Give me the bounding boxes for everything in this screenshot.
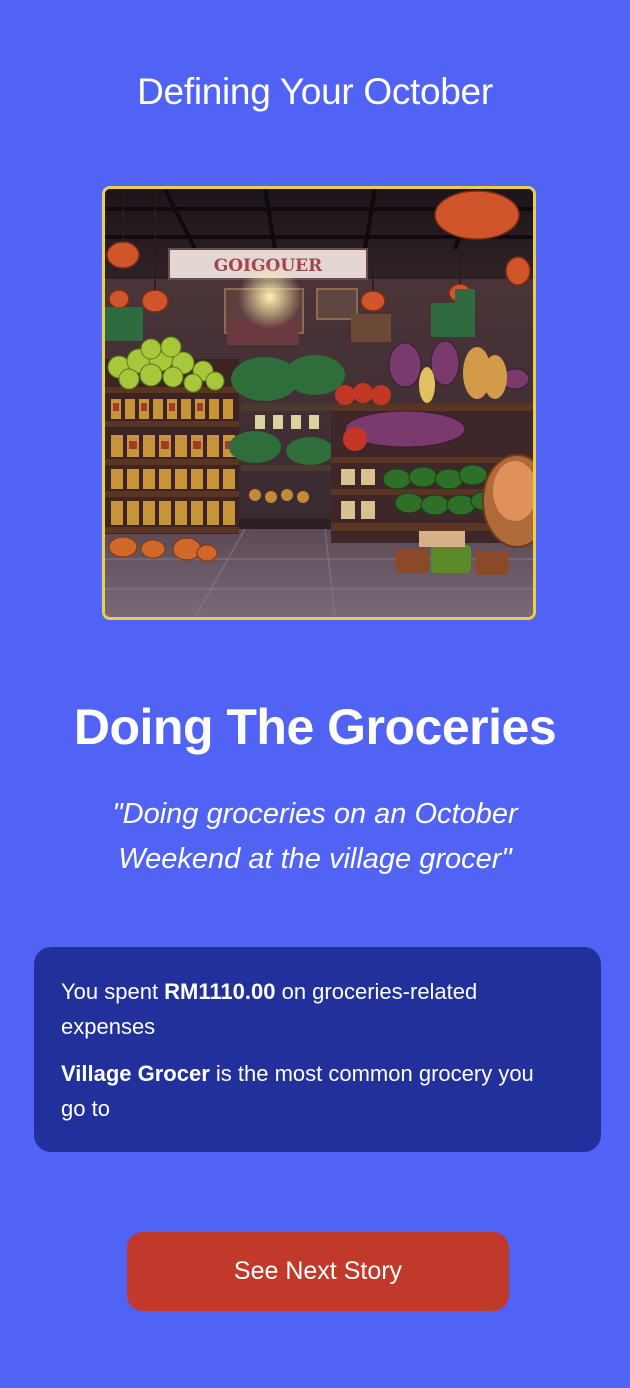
- spending-summary-card: You spent RM1110.00 on groceries-related…: [34, 947, 601, 1152]
- spending-line: You spent RM1110.00 on groceries-related…: [61, 974, 561, 1044]
- favorite-store-name: Village Grocer: [61, 1061, 210, 1086]
- spending-prefix: You spent: [61, 979, 165, 1004]
- story-quote: "Doing groceries on an October Weekend a…: [112, 798, 518, 875]
- favorite-store-line: Village Grocer is the most common grocer…: [61, 1056, 561, 1126]
- grocery-store-illustration: GOIGOUER: [102, 186, 536, 620]
- page-title: Defining Your October: [137, 71, 493, 112]
- see-next-story-button[interactable]: See Next Story: [127, 1232, 509, 1311]
- story-title: Doing The Groceries: [73, 699, 557, 755]
- spending-amount: RM1110.00: [164, 979, 276, 1004]
